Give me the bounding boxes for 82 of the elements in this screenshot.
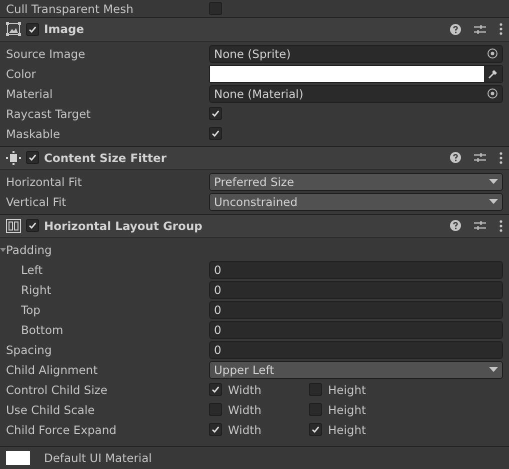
presets-sliders-icon[interactable]: [474, 152, 486, 164]
checkbox[interactable]: [209, 403, 222, 416]
material-name: Default UI Material: [44, 450, 152, 465]
checkbox[interactable]: [209, 2, 222, 16]
checkbox-label: Width: [228, 402, 262, 417]
checkbox[interactable]: [26, 22, 39, 36]
more-menu-icon[interactable]: [499, 152, 503, 164]
checkmark-icon: [28, 153, 37, 162]
field-label: Use Child Scale: [6, 402, 96, 417]
layout-columns-icon: [6, 218, 21, 233]
checkbox[interactable]: [209, 107, 222, 120]
field-label: Cull Transparent Mesh: [6, 2, 134, 16]
checkbox[interactable]: [26, 219, 39, 232]
color-field[interactable]: [209, 64, 503, 82]
material-preview-icon: [6, 450, 30, 465]
field-label: Material: [6, 86, 54, 100]
fitter-icon: [6, 150, 21, 165]
field-label: Control Child Size: [6, 382, 108, 397]
help-icon[interactable]: [450, 24, 461, 35]
component-header[interactable]: Image: [0, 17, 509, 42]
checkmark-icon: [211, 425, 220, 434]
field-label: Bottom: [20, 322, 64, 337]
checkbox-label: Height: [328, 402, 366, 417]
field-label: Horizontal Fit: [6, 174, 83, 189]
number-field[interactable]: 0: [209, 260, 503, 279]
field-label: Vertical Fit: [6, 194, 68, 209]
component-header[interactable]: Horizontal Layout Group: [0, 214, 509, 238]
checkbox[interactable]: [209, 383, 222, 396]
presets-sliders-icon[interactable]: [474, 220, 486, 232]
field-label: Right: [20, 282, 52, 297]
component-header[interactable]: Content Size Fitter: [0, 146, 509, 170]
dropdown[interactable]: Unconstrained: [209, 192, 503, 211]
foldout-arrow-icon[interactable]: [0, 246, 6, 253]
help-icon[interactable]: [450, 220, 461, 232]
checkbox[interactable]: [26, 151, 39, 164]
checkmark-icon: [311, 425, 320, 434]
object-field[interactable]: None (Material): [209, 84, 503, 102]
object-field[interactable]: None (Sprite): [209, 44, 503, 62]
field-label: Color: [6, 66, 38, 80]
field-label: Source Image: [6, 46, 86, 60]
number-field[interactable]: 0: [209, 300, 503, 319]
more-menu-icon[interactable]: [499, 23, 503, 36]
dropdown-caret-icon: [489, 198, 498, 205]
field-label: Raycast Target: [6, 106, 92, 120]
component-title: Horizontal Layout Group: [44, 218, 204, 233]
help-icon[interactable]: [450, 152, 461, 164]
object-picker-icon[interactable]: [487, 88, 498, 99]
presets-sliders-icon[interactable]: [474, 24, 486, 35]
checkbox-label: Height: [328, 382, 366, 397]
field-label: Top: [20, 302, 42, 317]
checkbox[interactable]: [209, 423, 222, 436]
field-label: Child Alignment: [6, 362, 99, 377]
checkbox[interactable]: [309, 403, 322, 416]
field-label: Maskable: [6, 126, 62, 140]
number-field[interactable]: 0: [209, 320, 503, 339]
checkmark-icon: [28, 24, 37, 34]
field-label: Padding: [6, 242, 53, 257]
object-picker-icon[interactable]: [487, 48, 498, 59]
number-field[interactable]: 0: [209, 340, 503, 359]
checkmark-icon: [211, 129, 220, 138]
field-label: Spacing: [6, 342, 53, 357]
checkbox[interactable]: [309, 423, 322, 436]
checkbox[interactable]: [309, 383, 322, 396]
component-title: Content Size Fitter: [44, 150, 168, 165]
checkbox-label: Width: [228, 382, 262, 397]
dropdown[interactable]: Upper Left: [209, 360, 503, 379]
number-field[interactable]: 0: [209, 280, 503, 299]
dropdown[interactable]: Preferred Size: [209, 172, 503, 191]
checkbox[interactable]: [209, 127, 222, 140]
more-menu-icon[interactable]: [499, 220, 503, 232]
dropdown-caret-icon: [489, 366, 498, 373]
checkbox-label: Width: [228, 422, 262, 437]
checkmark-icon: [28, 221, 37, 230]
checkmark-icon: [211, 385, 220, 394]
checkbox-label: Height: [328, 422, 366, 437]
dropdown-caret-icon: [489, 178, 498, 185]
field-label: Child Force Expand: [6, 422, 118, 437]
field-label: Left: [20, 262, 44, 277]
image-icon: [6, 22, 21, 36]
eyedropper-icon[interactable]: [488, 68, 498, 78]
component-title: Image: [44, 22, 86, 36]
checkmark-icon: [211, 109, 220, 118]
